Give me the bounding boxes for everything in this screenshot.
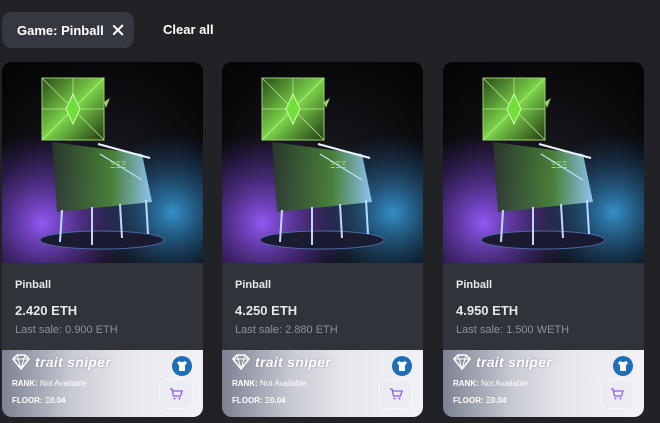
rank-label: RANK: [12, 379, 38, 388]
svg-text:ΞΞΞ: ΞΞΞ [110, 161, 126, 171]
floor-label: FLOOR: [453, 396, 484, 405]
card-info: Pinball 4.250 ETH Last sale: 2.880 ETH [222, 263, 423, 350]
add-to-cart-button[interactable] [379, 379, 413, 409]
floor-row: FLOOR: Ξ0.04 [232, 396, 286, 405]
floor-row: FLOOR: Ξ0.04 [453, 396, 507, 405]
floor-value: Ξ0.04 [264, 396, 286, 405]
nft-image[interactable]: ΞΞΞ [443, 62, 644, 263]
shirt-icon[interactable] [172, 356, 192, 376]
rank-label: RANK: [232, 379, 258, 388]
floor-label: FLOOR: [232, 396, 263, 405]
card-info: Pinball 2.420 ETH Last sale: 0.900 ETH [2, 263, 203, 350]
diamond-icon [452, 354, 472, 370]
nft-price: 2.420 ETH [15, 303, 78, 318]
shirt-icon[interactable] [613, 356, 633, 376]
trait-sniper-panel: trait sniper RANK: Not Available FLOOR: … [443, 350, 644, 417]
nft-name: Pinball [235, 279, 272, 291]
rank-row: RANK: Not Available [453, 379, 528, 388]
nft-price: 4.250 ETH [235, 303, 298, 318]
nft-price: 4.950 ETH [456, 303, 519, 318]
floor-label: FLOOR: [12, 396, 43, 405]
add-to-cart-button[interactable] [159, 379, 193, 409]
rank-row: RANK: Not Available [232, 379, 307, 388]
clear-all-button[interactable]: Clear all [163, 22, 214, 37]
nft-last-sale: Last sale: 1.500 WETH [456, 324, 570, 336]
trait-sniper-title: trait sniper [35, 354, 111, 370]
nft-image[interactable]: ΞΞΞ [2, 62, 203, 263]
trait-sniper-title: trait sniper [476, 354, 552, 370]
filter-chip-label: Game: Pinball [17, 22, 104, 38]
rank-label: RANK: [453, 379, 479, 388]
svg-text:ΞΞΞ: ΞΞΞ [551, 161, 567, 171]
nft-name: Pinball [15, 279, 52, 291]
trait-sniper-panel: trait sniper RANK: Not Available FLOOR: … [222, 350, 423, 417]
floor-row: FLOOR: Ξ0.04 [12, 396, 66, 405]
nft-last-sale: Last sale: 2.880 ETH [235, 324, 338, 336]
diamond-icon [231, 354, 251, 370]
floor-value: Ξ0.04 [44, 396, 66, 405]
trait-sniper-title: trait sniper [255, 354, 331, 370]
rank-value: Not Available [481, 379, 528, 388]
cart-icon [611, 388, 624, 400]
rank-value: Not Available [260, 379, 307, 388]
rank-value: Not Available [40, 379, 87, 388]
floor-value: Ξ0.04 [485, 396, 507, 405]
nft-card[interactable]: ΞΞΞ Pinball 4.250 ETH Last sale: 2.880 E… [222, 62, 423, 417]
diamond-icon [11, 354, 31, 370]
nft-image[interactable]: ΞΞΞ [222, 62, 423, 263]
rank-row: RANK: Not Available [12, 379, 87, 388]
cart-icon [170, 388, 183, 400]
nft-card[interactable]: ΞΞΞ Pinball 2.420 ETH Last sale: 0.900 E… [2, 62, 203, 417]
svg-text:ΞΞΞ: ΞΞΞ [330, 161, 346, 171]
add-to-cart-button[interactable] [600, 379, 634, 409]
filter-bar: Game: Pinball Clear all [0, 12, 660, 50]
nft-card[interactable]: ΞΞΞ Pinball 4.950 ETH Last sale: 1.500 W… [443, 62, 644, 417]
nft-last-sale: Last sale: 0.900 ETH [15, 324, 118, 336]
close-icon[interactable] [112, 24, 124, 36]
nft-name: Pinball [456, 279, 493, 291]
filter-chip-game[interactable]: Game: Pinball [2, 12, 134, 48]
shirt-icon[interactable] [392, 356, 412, 376]
trait-sniper-panel: trait sniper RANK: Not Available FLOOR: … [2, 350, 203, 417]
cart-icon [390, 388, 403, 400]
card-info: Pinball 4.950 ETH Last sale: 1.500 WETH [443, 263, 644, 350]
